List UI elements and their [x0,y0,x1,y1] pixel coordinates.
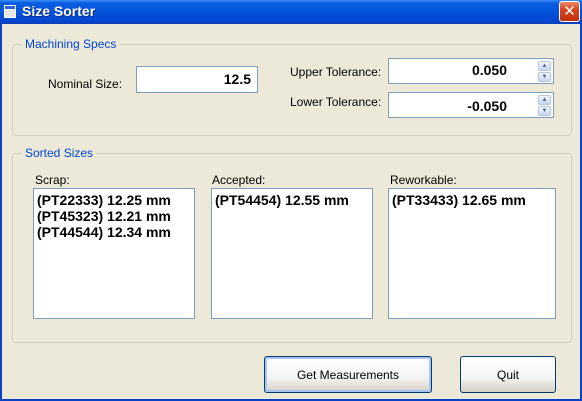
title-bar[interactable]: Size Sorter ✕ [0,0,582,24]
list-item[interactable]: (PT54454) 12.55 mm [215,192,369,208]
get-measurements-button[interactable]: Get Measurements [264,356,432,393]
upper-tolerance-label: Upper Tolerance: [290,65,382,79]
spin-down-icon[interactable]: ▼ [538,72,551,82]
window-title: Size Sorter [22,3,96,19]
list-item[interactable]: (PT45323) 12.21 mm [37,208,191,224]
lower-tolerance-label: Lower Tolerance: [290,95,382,109]
nominal-size-field[interactable]: 12.5 [136,66,258,93]
app-icon [4,5,16,18]
spin-down-icon[interactable]: ▼ [538,106,551,116]
lower-tolerance-field[interactable]: -0.050 ▲ ▼ [388,92,554,118]
list-item[interactable]: (PT33433) 12.65 mm [392,192,552,208]
list-item[interactable]: (PT44544) 12.34 mm [37,224,191,240]
list-item[interactable]: (PT22333) 12.25 mm [37,192,191,208]
machining-specs-legend: Machining Specs [22,37,120,51]
upper-tolerance-field[interactable]: 0.050 ▲ ▼ [388,58,554,84]
nominal-size-value: 12.5 [223,71,251,87]
scrap-label: Scrap: [35,173,70,187]
spin-up-icon[interactable]: ▲ [538,61,551,71]
reworkable-list[interactable]: (PT33433) 12.65 mm [388,188,556,319]
accepted-list[interactable]: (PT54454) 12.55 mm [211,188,373,319]
nominal-size-label: Nominal Size: [48,77,123,91]
spin-up-icon[interactable]: ▲ [538,95,551,105]
reworkable-label: Reworkable: [390,173,457,187]
scrap-list[interactable]: (PT22333) 12.25 mm (PT45323) 12.21 mm (P… [33,188,195,319]
accepted-label: Accepted: [212,173,266,187]
upper-tolerance-spinner[interactable]: ▲ ▼ [538,61,551,82]
upper-tolerance-value: 0.050 [471,62,507,78]
lower-tolerance-spinner[interactable]: ▲ ▼ [538,95,551,116]
lower-tolerance-value: -0.050 [467,98,507,114]
close-button[interactable]: ✕ [559,1,580,22]
quit-button[interactable]: Quit [460,356,556,393]
size-sorter-window: Size Sorter ✕ Machining Specs Nominal Si… [0,0,582,401]
sorted-sizes-legend: Sorted Sizes [22,146,97,160]
